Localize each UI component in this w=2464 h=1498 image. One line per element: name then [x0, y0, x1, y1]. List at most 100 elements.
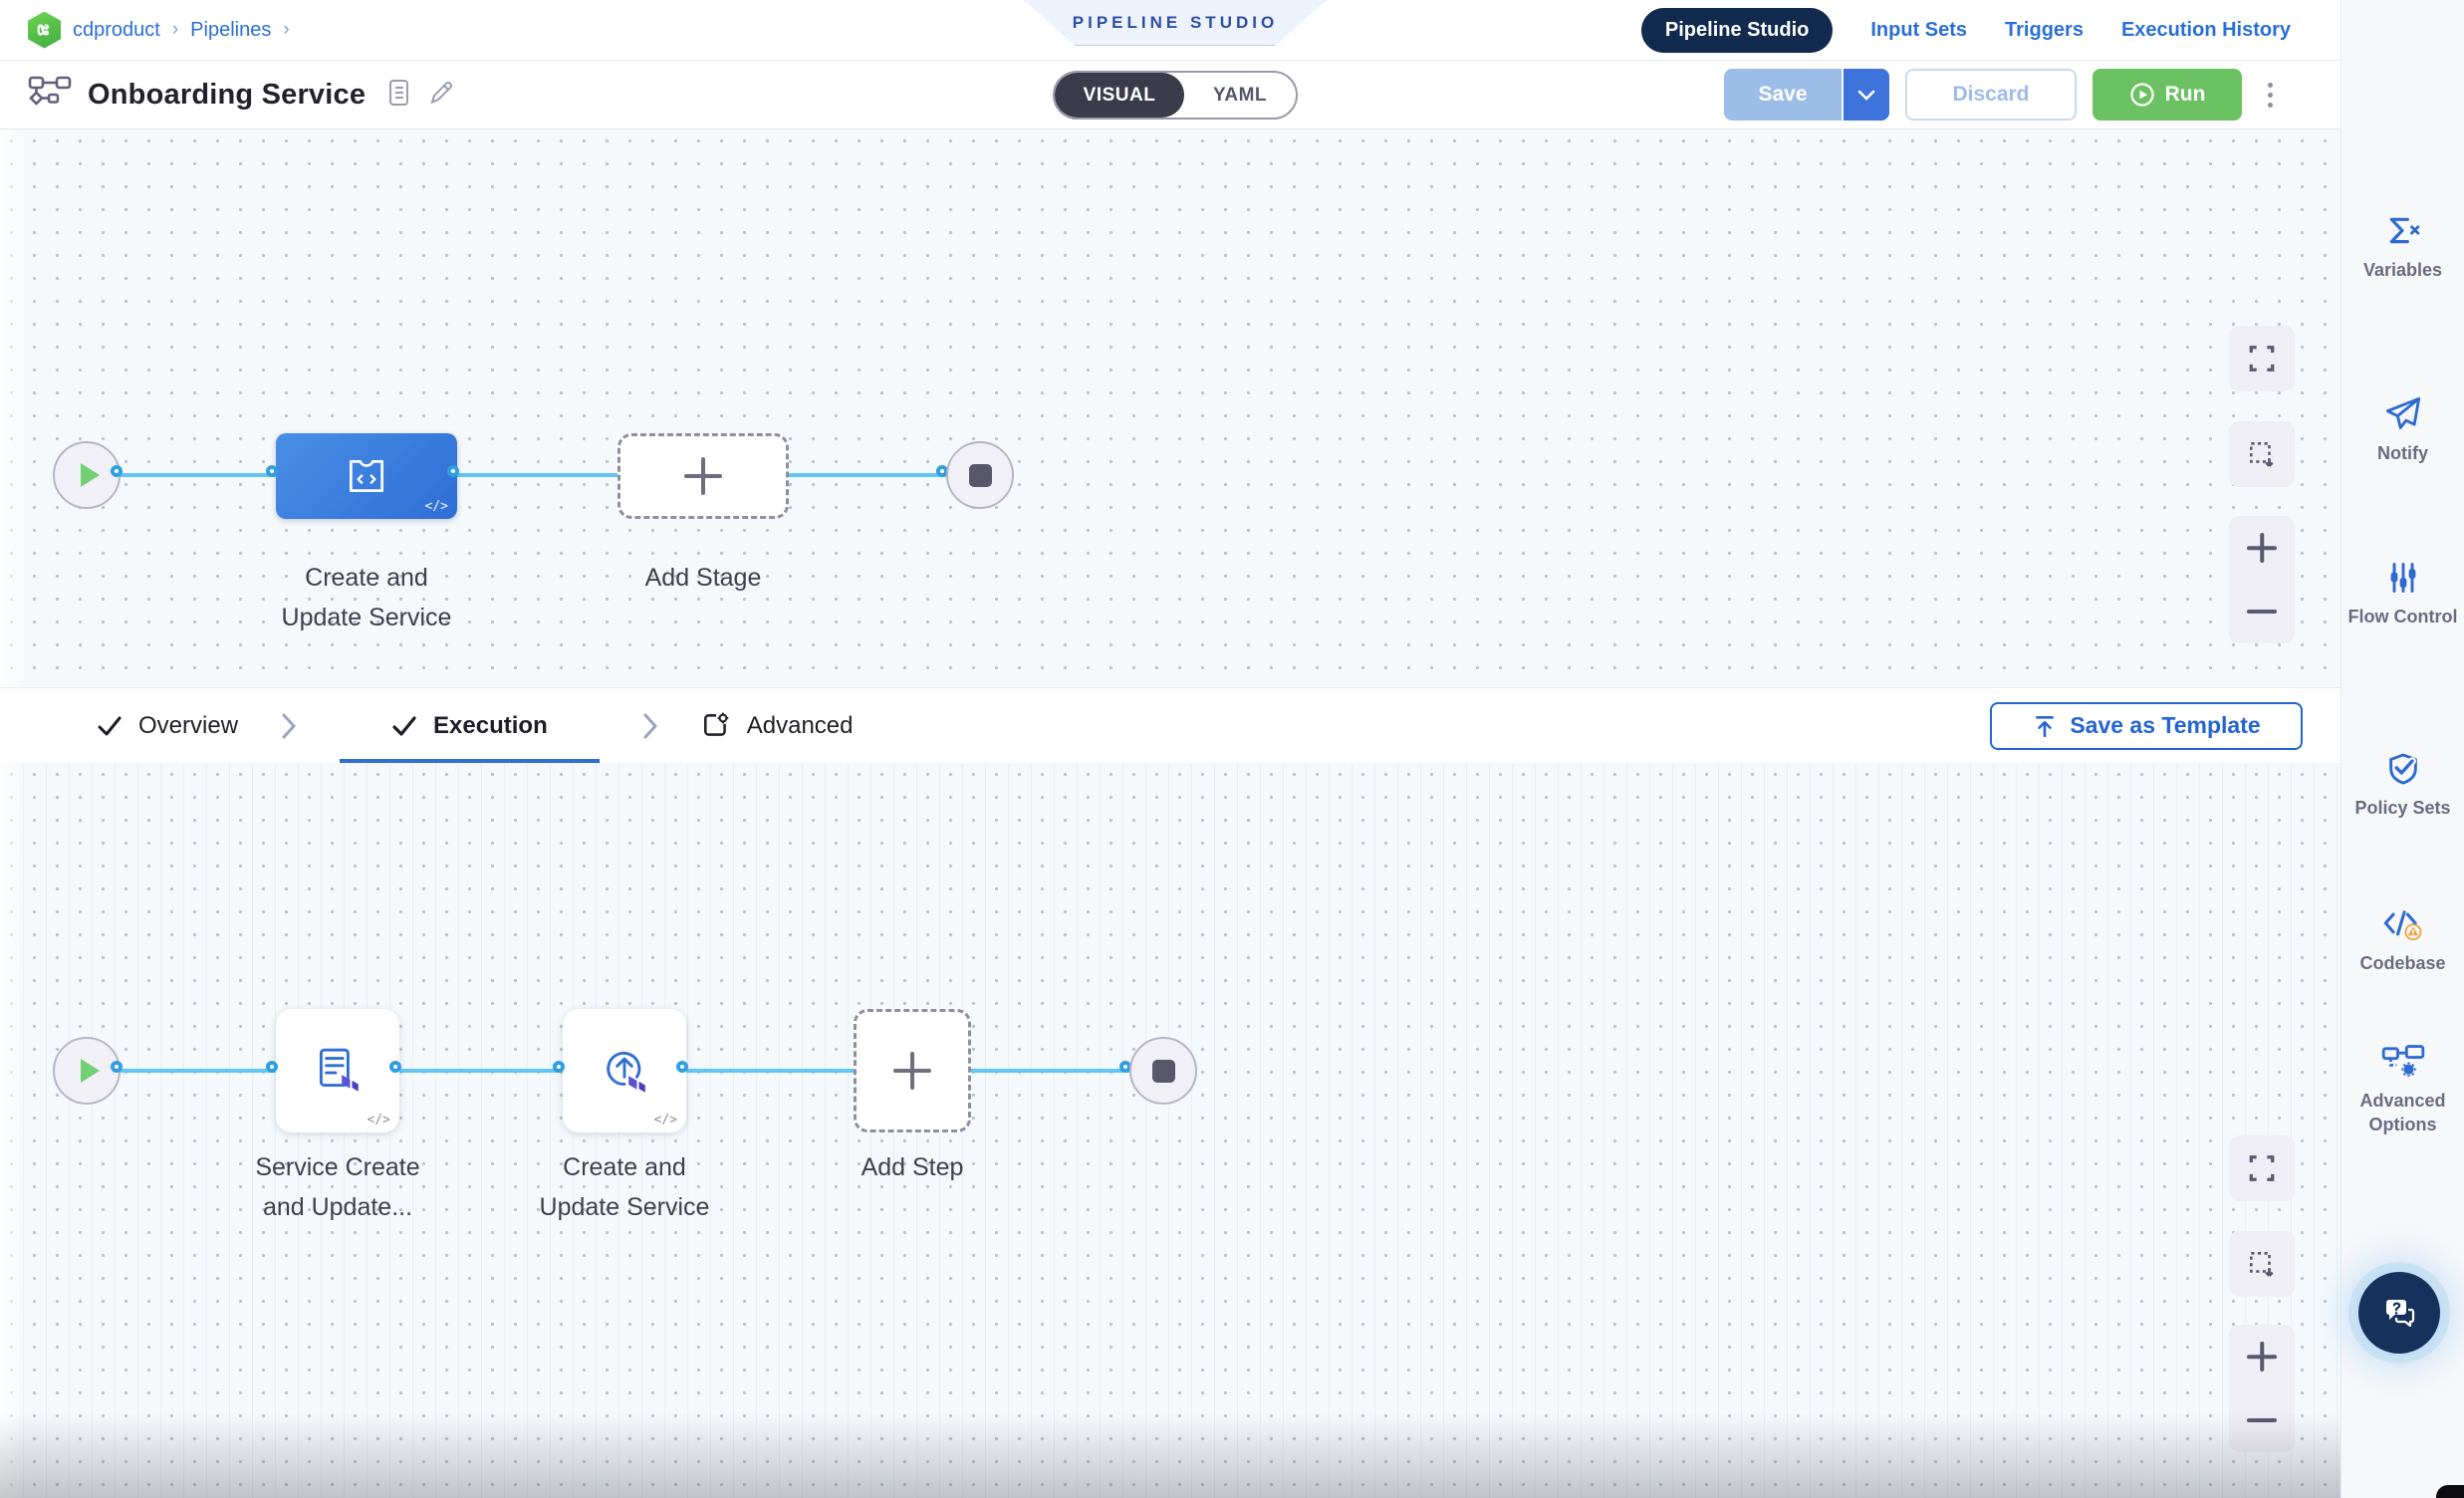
- toolbar-actions: Save Discard Run: [1724, 69, 2341, 121]
- fullscreen-button[interactable]: [2229, 326, 2295, 391]
- tab-advanced[interactable]: Advanced: [701, 688, 854, 763]
- marquee-select-icon: [2247, 1249, 2277, 1279]
- sidebar-item-policy-sets[interactable]: Policy Sets: [2341, 749, 2464, 820]
- nav-tab-input-sets[interactable]: Input Sets: [1870, 19, 1967, 42]
- stop-icon: [969, 464, 992, 487]
- flow-line: [121, 1069, 276, 1073]
- flow-line: [971, 1069, 1129, 1073]
- add-stage-button[interactable]: [617, 433, 789, 519]
- step-canvas[interactable]: </> </> Service Create and Update... Cre…: [0, 763, 2341, 1498]
- right-sidebar: Variables Notify Flow Control: [2341, 0, 2464, 1498]
- pipeline-studio-banner: PIPELINE STUDIO: [1024, 0, 1327, 46]
- variables-sigma-icon: [2341, 211, 2464, 251]
- pipeline-toolbar: Onboarding Service VISUAL YAML Save: [0, 61, 2341, 129]
- step-node-create-update-service[interactable]: </>: [563, 1009, 686, 1132]
- notify-plane-icon: [2341, 394, 2464, 434]
- zoom-out-button[interactable]: [2229, 580, 2295, 643]
- flow-line: [457, 473, 617, 477]
- nav-tab-execution-history[interactable]: Execution History: [2121, 19, 2291, 42]
- sidebar-item-variables[interactable]: Variables: [2341, 211, 2464, 282]
- discard-button[interactable]: Discard: [1905, 69, 2077, 121]
- check-icon: [391, 715, 417, 737]
- connector-dot[interactable]: [266, 465, 278, 477]
- toggle-visual[interactable]: VISUAL: [1055, 73, 1184, 118]
- flow-control-sliders-icon: [2341, 558, 2464, 598]
- top-header: cdproduct › Pipelines › PIPELINE STUDIO …: [0, 0, 2341, 61]
- add-step-label: Add Step: [813, 1147, 1012, 1187]
- execution-start-node[interactable]: [53, 1037, 121, 1105]
- fullscreen-icon: [2247, 344, 2277, 374]
- advanced-tab-icon: [701, 711, 731, 741]
- step-code-badge: </>: [368, 1113, 390, 1127]
- connector-dot[interactable]: [553, 1061, 565, 1073]
- step-code-badge: </>: [654, 1113, 677, 1127]
- toggle-yaml[interactable]: YAML: [1184, 73, 1296, 118]
- save-menu-caret[interactable]: [1842, 69, 1889, 121]
- execution-end-node[interactable]: [1129, 1037, 1197, 1105]
- pipeline-graph-icon: [28, 75, 72, 116]
- add-step-button[interactable]: [854, 1009, 971, 1132]
- pipeline-studio-banner-label: PIPELINE STUDIO: [1073, 13, 1278, 33]
- zoom-controls: [2229, 516, 2295, 643]
- help-chat-button[interactable]: [2358, 1272, 2440, 1354]
- nav-tab-triggers[interactable]: Triggers: [2005, 19, 2084, 42]
- save-split-button: Save: [1724, 69, 1889, 121]
- sidebar-item-flow-control[interactable]: Flow Control: [2341, 558, 2464, 628]
- run-button[interactable]: Run: [2093, 69, 2242, 121]
- tab-overview[interactable]: Overview: [97, 688, 238, 763]
- stage-canvas[interactable]: </> Create and Update Service Add Stage: [0, 129, 2341, 687]
- connector-dot[interactable]: [111, 1061, 123, 1073]
- description-doc-icon[interactable]: [387, 79, 411, 112]
- custom-stage-icon: [343, 452, 390, 500]
- add-stage-label: Add Stage: [604, 558, 803, 598]
- connector-dot[interactable]: [676, 1061, 688, 1073]
- zoom-in-button[interactable]: [2229, 516, 2295, 580]
- more-options-kebab[interactable]: [2258, 77, 2283, 114]
- harness-logo-icon: [28, 12, 61, 49]
- codebase-icon: [2341, 904, 2464, 944]
- marquee-select-icon: [2247, 439, 2277, 469]
- canvas-bottom-shadow: [0, 1413, 2341, 1498]
- connector-dot[interactable]: [266, 1061, 278, 1073]
- pipeline-studio-app: cdproduct › Pipelines › PIPELINE STUDIO …: [0, 0, 2464, 1498]
- stage-config-tabbar: Overview Execution Advanced Save as Temp…: [0, 687, 2341, 763]
- flow-line: [121, 473, 276, 477]
- sidebar-item-advanced-options[interactable]: Advanced Options: [2341, 1042, 2464, 1137]
- save-button[interactable]: Save: [1724, 69, 1842, 121]
- visual-yaml-toggle[interactable]: VISUAL YAML: [1053, 71, 1298, 120]
- nav-tab-pipeline-studio[interactable]: Pipeline Studio: [1641, 8, 1833, 53]
- run-play-icon: [2129, 82, 2155, 108]
- breadcrumb-project[interactable]: cdproduct: [73, 19, 160, 42]
- fullscreen-button[interactable]: [2229, 1135, 2295, 1201]
- flow-line: [686, 1069, 854, 1073]
- edit-pencil-icon[interactable]: [427, 79, 455, 112]
- connector-dot[interactable]: [389, 1061, 401, 1073]
- stop-icon: [1152, 1060, 1175, 1083]
- stage-node-create-update-service[interactable]: </>: [276, 433, 457, 519]
- check-icon: [97, 715, 123, 737]
- help-chat-icon: [2379, 1293, 2419, 1333]
- plus-icon: [684, 457, 722, 495]
- zoom-in-button[interactable]: [2229, 1325, 2295, 1388]
- policy-shield-check-icon: [2341, 749, 2464, 789]
- upload-icon: [2032, 713, 2058, 739]
- flow-line: [399, 1069, 563, 1073]
- connector-dot[interactable]: [111, 465, 123, 477]
- save-as-template-button[interactable]: Save as Template: [1990, 702, 2303, 750]
- multi-select-button[interactable]: [2229, 1231, 2295, 1297]
- stage-node-label: Create and Update Service: [267, 558, 466, 637]
- start-play-icon: [81, 1059, 100, 1083]
- breadcrumb-pipelines[interactable]: Pipelines: [190, 19, 271, 42]
- connector-dot[interactable]: [447, 465, 459, 477]
- advanced-options-icon: [2341, 1042, 2464, 1082]
- apply-step-icon: [598, 1044, 651, 1098]
- pipeline-start-node[interactable]: [53, 441, 121, 509]
- pipeline-end-node[interactable]: [946, 441, 1014, 509]
- sidebar-item-codebase[interactable]: Codebase: [2341, 904, 2464, 975]
- flow-line: [789, 473, 946, 477]
- tab-execution[interactable]: Execution: [340, 688, 600, 763]
- multi-select-button[interactable]: [2229, 421, 2295, 487]
- sidebar-item-notify[interactable]: Notify: [2341, 394, 2464, 465]
- tab-chevron-icon: [643, 713, 657, 739]
- step-node-service-create-update[interactable]: </>: [276, 1009, 399, 1132]
